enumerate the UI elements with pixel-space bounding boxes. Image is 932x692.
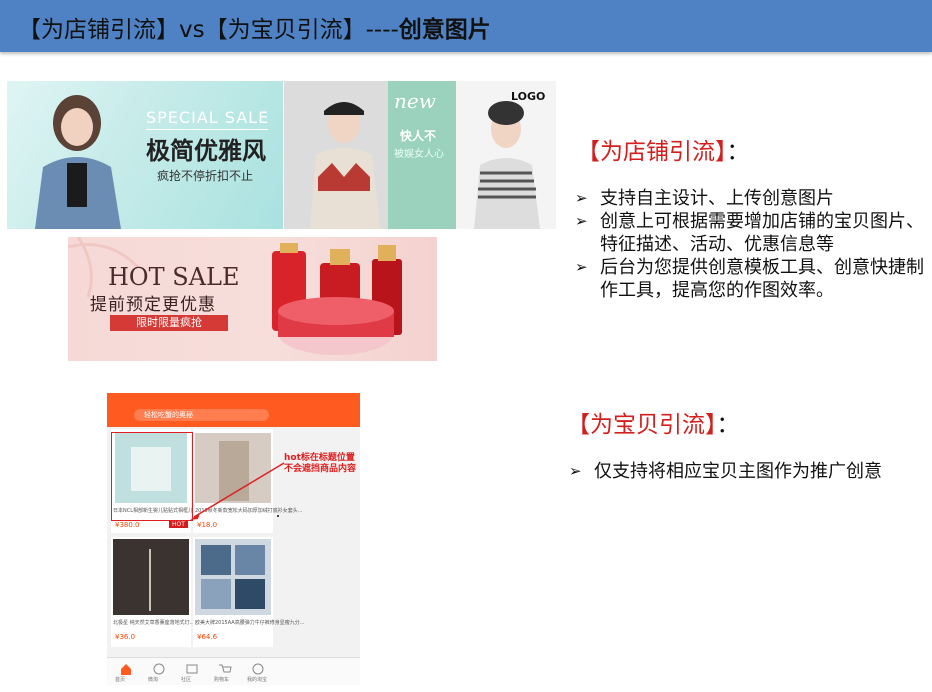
title-bar: 【为店铺引流】vs【为宝贝引流】----创意图片 bbox=[0, 0, 932, 52]
product-price: ¥64.6 bbox=[197, 633, 218, 641]
banner2-line1: 快人不 bbox=[400, 129, 437, 143]
list-item: ➢ 仅支持将相应宝贝主图作为推广创意 bbox=[567, 460, 927, 483]
product-card: 欧美大牌2015AA高腰弹力牛仔裤修身显瘦九分... ¥64.6 bbox=[193, 537, 304, 647]
banner1-sub: 疯抢不停折扣不止 bbox=[157, 169, 254, 183]
model-photo-icon bbox=[35, 95, 121, 229]
item-heading-colon: ： bbox=[716, 412, 740, 438]
annotation-arrow-icon bbox=[190, 462, 285, 520]
arrow-bullet-icon: ➢ bbox=[575, 212, 588, 230]
banner2-logo: LOGO bbox=[511, 90, 546, 103]
tab-cart: 购物车 bbox=[214, 661, 232, 683]
banner2-new: new bbox=[394, 89, 436, 113]
chat-icon bbox=[186, 664, 198, 674]
item-heading-text: 【为宝贝引流】 bbox=[567, 412, 717, 438]
banner-new-arrival: new 快人不 被娱女人心 LOGO bbox=[284, 81, 556, 229]
slide-title-main: 【为店铺引流】vs【为宝贝引流】---- bbox=[18, 17, 399, 43]
product-caption: 北极星 纯天然艾草香薰座落地式灯... bbox=[113, 620, 195, 626]
model-photo-icon bbox=[474, 101, 540, 229]
banner1-english: SPECIAL SALE bbox=[146, 108, 270, 127]
slide-title-bold: 创意图片 bbox=[398, 17, 491, 43]
list-item-text: 后台为您提供创意模板工具、创意快捷制作工具，提高您的作图效率。 bbox=[600, 257, 924, 301]
tab-bar: 首页 微淘 社区 购物车 我的淘宝 bbox=[107, 657, 360, 685]
tab-label: 我的淘宝 bbox=[247, 677, 268, 683]
slide-title: 【为店铺引流】vs【为宝贝引流】----创意图片 bbox=[18, 10, 491, 44]
product-image bbox=[195, 539, 271, 615]
tab-label: 微淘 bbox=[148, 677, 159, 683]
tab-weitao: 微淘 bbox=[148, 661, 166, 683]
cosmetics-product-icon bbox=[272, 243, 402, 355]
broadcast-icon bbox=[153, 663, 165, 675]
tab-community: 社区 bbox=[181, 661, 199, 683]
search-bar: 轻松吃蟹的奥秘 bbox=[107, 405, 360, 427]
home-icon bbox=[121, 664, 131, 675]
shop-heading-colon: ： bbox=[726, 139, 750, 165]
tab-label: 购物车 bbox=[214, 677, 230, 683]
arrow-bullet-icon: ➢ bbox=[569, 462, 582, 480]
banner-special-sale: SPECIAL SALE 极简优雅风 疯抢不停折扣不止 bbox=[7, 81, 283, 229]
tab-label: 首页 bbox=[115, 677, 126, 683]
list-item-text: 支持自主设计、上传创意图片 bbox=[600, 188, 834, 209]
list-item-text: 创意上可根据需要增加店铺的宝贝图片、特征描述、活动、优惠信息等 bbox=[600, 211, 924, 255]
product-card: 北极星 纯天然艾草香薰座落地式灯... ¥36.0 bbox=[111, 537, 195, 647]
shop-traffic-heading: 【为店铺引流】： bbox=[577, 132, 750, 166]
product-price: ¥36.0 bbox=[115, 633, 136, 641]
cart-icon bbox=[219, 664, 232, 673]
banner1-headline: 极简优雅风 bbox=[146, 137, 266, 165]
tab-my-taobao: 我的淘宝 bbox=[247, 661, 267, 683]
item-traffic-list: ➢ 仅支持将相应宝贝主图作为推广创意 bbox=[567, 460, 927, 483]
list-item-text: 仅支持将相应宝贝主图作为推广创意 bbox=[594, 461, 882, 482]
product-caption: 欧美大牌2015AA高腰弹力牛仔裤修身显瘦九分... bbox=[195, 620, 305, 626]
shop-heading-text: 【为店铺引流】 bbox=[577, 139, 727, 165]
banner3-button: 限时限量疯抢 bbox=[110, 315, 228, 331]
banner2-line2: 被娱女人心 bbox=[394, 149, 444, 160]
banner3-hot: HOT SALE bbox=[108, 263, 240, 291]
product-image bbox=[113, 539, 189, 615]
arrow-bullet-icon: ➢ bbox=[575, 258, 588, 276]
annotation-line1: hot标在标题位置 bbox=[284, 453, 355, 463]
arrow-bullet-icon: ➢ bbox=[575, 189, 588, 207]
annotation-text: hot标在标题位置 不会遮挡商品内容 bbox=[284, 453, 356, 475]
list-item: ➢ 支持自主设计、上传创意图片 bbox=[573, 187, 925, 210]
tab-home: 首页 bbox=[115, 661, 133, 683]
banner3-sub: 提前预定更优惠 bbox=[90, 295, 216, 315]
list-item: ➢ 后台为您提供创意模板工具、创意快捷制作工具，提高您的作图效率。 bbox=[573, 256, 925, 302]
annotation-line2: 不会遮挡商品内容 bbox=[284, 464, 357, 474]
item-traffic-heading: 【为宝贝引流】： bbox=[567, 405, 740, 439]
user-icon bbox=[252, 663, 264, 675]
model-photo-icon bbox=[284, 81, 388, 229]
shop-traffic-list: ➢ 支持自主设计、上传创意图片 ➢ 创意上可根据需要增加店铺的宝贝图片、特征描述、活… bbox=[573, 187, 925, 302]
product-price: ¥380.0 bbox=[115, 521, 140, 529]
list-item: ➢ 创意上可根据需要增加店铺的宝贝图片、特征描述、活动、优惠信息等 bbox=[573, 210, 925, 256]
search-input: 轻松吃蟹的奥秘 bbox=[134, 409, 269, 421]
tab-label: 社区 bbox=[181, 677, 192, 683]
banner-hot-sale: HOT SALE 提前预定更优惠 限时限量疯抢 bbox=[68, 237, 437, 361]
